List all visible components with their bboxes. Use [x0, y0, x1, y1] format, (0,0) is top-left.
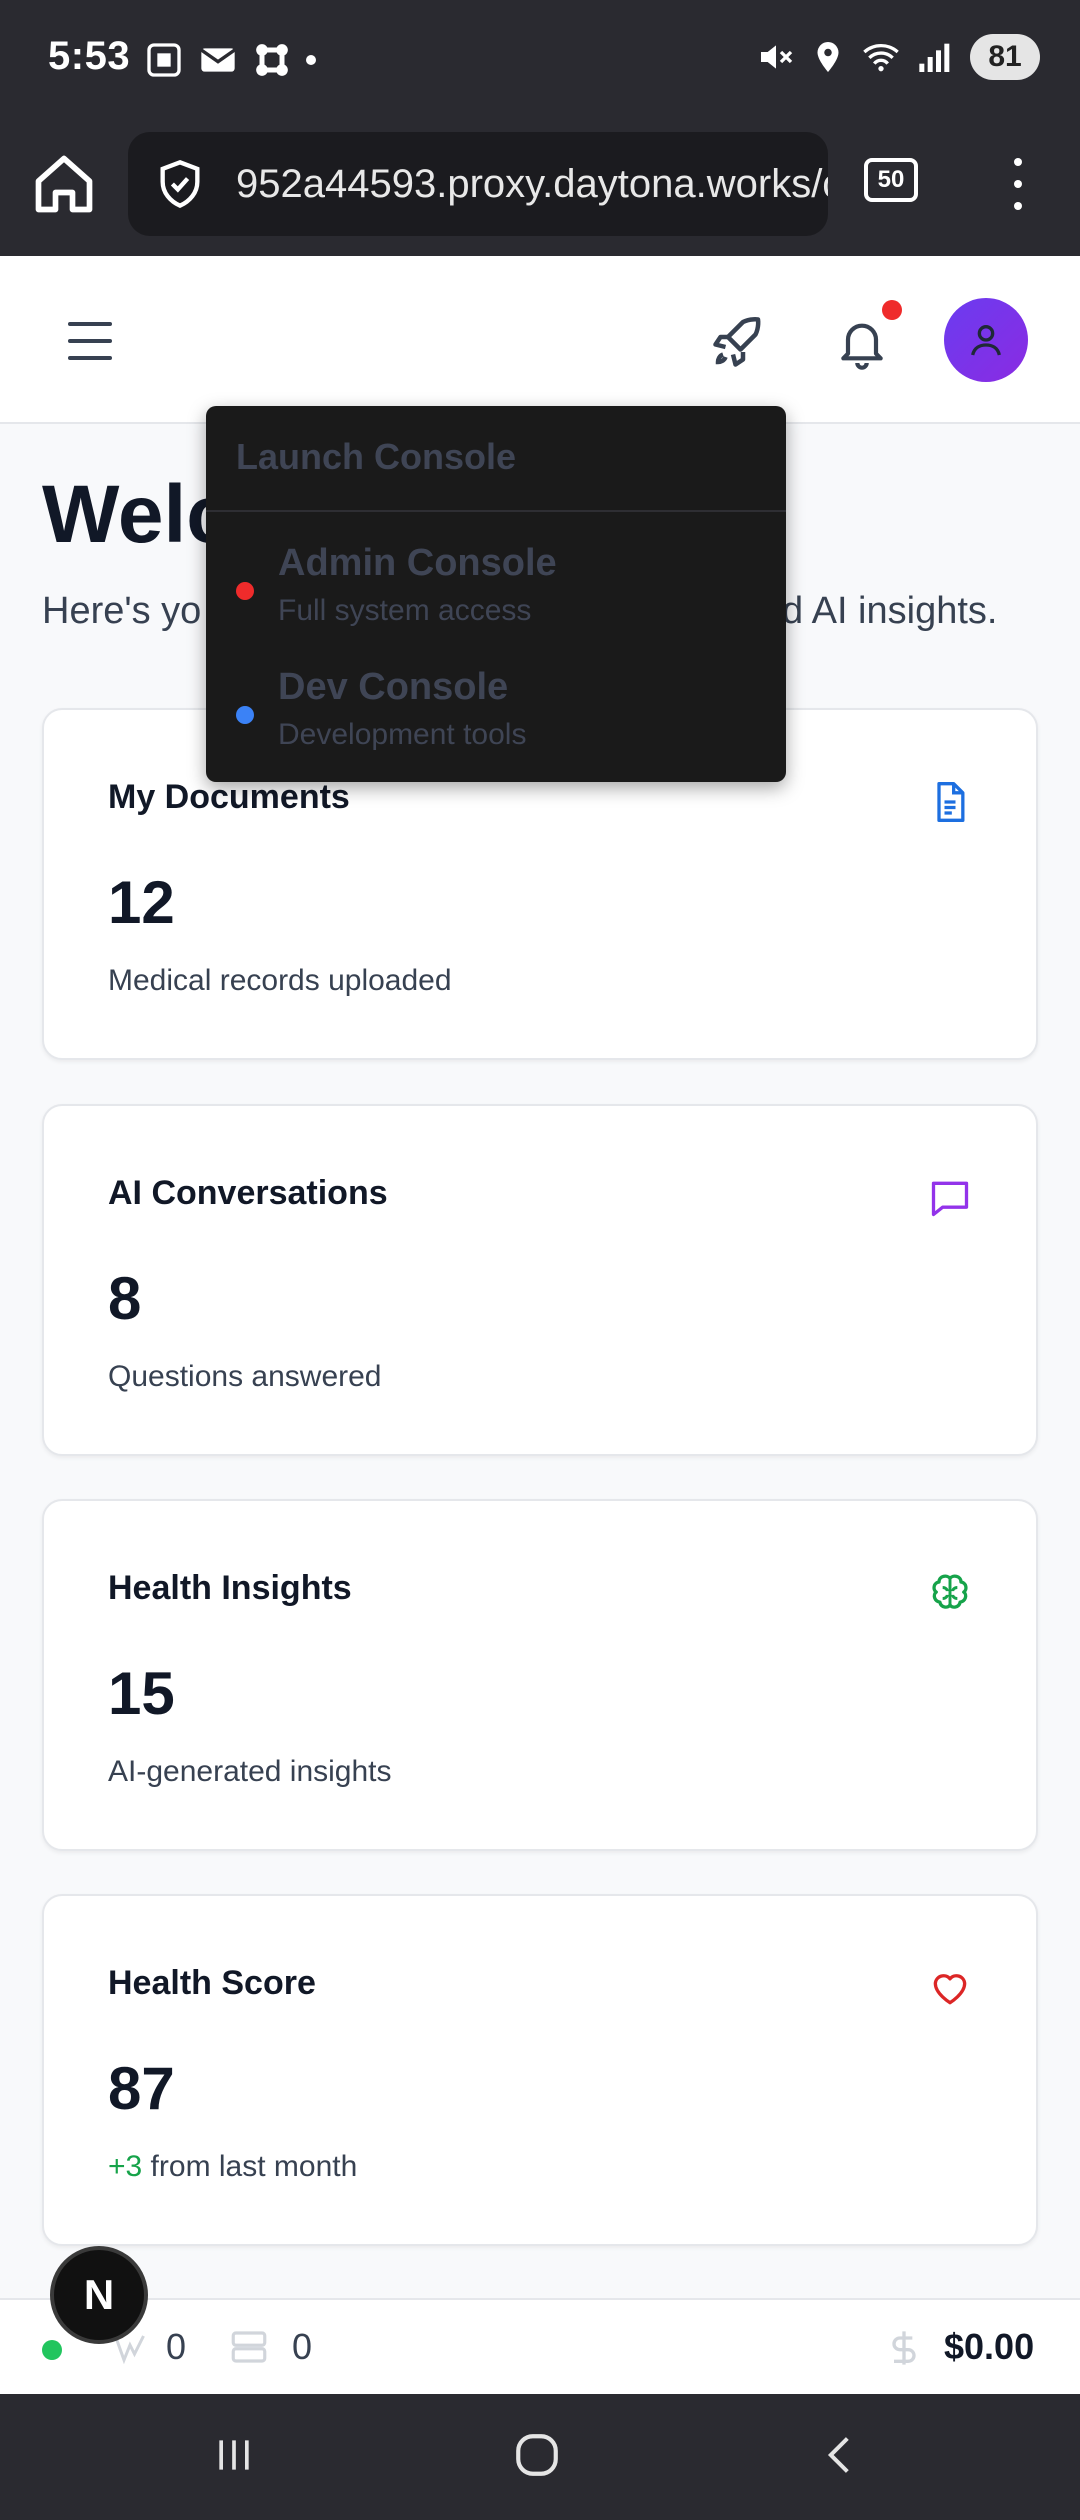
card-description: +3 from last month — [108, 2150, 357, 2184]
card-title: Health Score — [108, 1964, 316, 2002]
card-health-score[interactable]: Health Score 87 +3 from last month — [42, 1894, 1038, 2246]
server-icon — [231, 2331, 267, 2363]
card-description: Questions answered — [108, 1360, 382, 1393]
user-icon — [971, 325, 1001, 356]
notification-icons — [144, 40, 316, 80]
status-dot-blue — [236, 706, 254, 724]
rocket-icon[interactable] — [708, 312, 768, 372]
app-icon — [256, 44, 288, 76]
heart-icon — [933, 1974, 967, 2005]
next-dev-badge[interactable]: N — [50, 2246, 148, 2344]
status-time: 5:53 — [48, 34, 131, 78]
score-change-label: from last month — [142, 2150, 358, 2183]
menu-dot — [1014, 158, 1022, 166]
signal-icon — [919, 43, 950, 72]
dropdown-header: Launch Console — [236, 436, 517, 477]
location-icon — [817, 42, 839, 72]
dropdown-divider — [206, 510, 786, 512]
dropdown-item-label: Dev Console — [278, 666, 509, 708]
home-nav-icon[interactable] — [512, 2430, 562, 2480]
card-description: Medical records uploaded — [108, 964, 452, 997]
browser-menu-button[interactable] — [1000, 154, 1036, 214]
card-value: 15 — [108, 1660, 175, 1727]
status-dot-red — [236, 582, 254, 600]
status-bar: 5:53 81 — [0, 0, 1080, 118]
mute-icon — [761, 45, 793, 69]
mail-icon — [200, 48, 236, 72]
dropdown-item-dev-console[interactable]: Dev Console Development tools — [206, 666, 786, 776]
chat-icon — [931, 1181, 969, 1217]
document-icon — [937, 782, 965, 822]
card-ai-conversations[interactable]: AI Conversations 8 Questions answered — [42, 1104, 1038, 1456]
count-b: 0 — [292, 2326, 313, 2367]
dropdown-item-label: Admin Console — [278, 542, 557, 584]
card-title: Health Insights — [108, 1569, 352, 1607]
menu-dot — [1014, 180, 1022, 188]
online-status-dot — [42, 2340, 62, 2360]
tabs-count-button[interactable]: 50 — [864, 158, 918, 202]
hamburger-menu-icon[interactable] — [68, 322, 112, 360]
cost-value: $0.00 — [944, 2326, 1035, 2367]
browser-toolbar: 952a44593.proxy.daytona.works/c 50 — [0, 128, 1080, 238]
home-icon[interactable] — [30, 150, 98, 218]
card-value: 87 — [108, 2055, 175, 2122]
system-icons: 81 — [756, 34, 1040, 80]
bottom-status-bar: 0 0 $0.00 — [0, 2298, 1080, 2394]
recent-apps-icon[interactable] — [212, 2430, 256, 2480]
url-text[interactable]: 952a44593.proxy.daytona.works/c — [236, 162, 828, 207]
count-a: 0 — [166, 2326, 187, 2367]
dollar-icon — [892, 2331, 916, 2365]
bell-icon[interactable] — [834, 312, 890, 372]
brain-icon — [932, 1574, 968, 1609]
screenshot-icon — [147, 43, 181, 77]
app-header — [0, 256, 1080, 424]
wifi-icon — [863, 44, 899, 72]
notification-badge — [882, 300, 902, 320]
battery-level: 81 — [970, 34, 1040, 80]
browser-chrome: 5:53 81 952a44593.proxy.daytona.works/c … — [0, 0, 1080, 256]
dropdown-item-description: Development tools — [278, 718, 527, 751]
card-description: AI-generated insights — [108, 1755, 392, 1788]
page-subtitle: Here's yo d AI insights. — [42, 590, 997, 633]
shield-check-icon[interactable] — [154, 158, 206, 210]
card-title: AI Conversations — [108, 1174, 388, 1212]
card-health-insights[interactable]: Health Insights 15 AI-generated insights — [42, 1499, 1038, 1851]
dropdown-item-admin-console[interactable]: Admin Console Full system access — [206, 542, 786, 652]
subtitle-right: d AI insights. — [782, 590, 998, 632]
score-change: +3 — [108, 2150, 143, 2183]
dropdown-item-description: Full system access — [278, 594, 532, 627]
address-bar[interactable]: 952a44593.proxy.daytona.works/c — [128, 132, 828, 236]
back-icon[interactable] — [818, 2430, 862, 2480]
launch-console-dropdown: Launch Console Admin Console Full system… — [206, 406, 786, 782]
card-value: 8 — [108, 1265, 142, 1332]
avatar[interactable] — [944, 298, 1028, 382]
card-title: My Documents — [108, 778, 350, 816]
page-title: Welc — [42, 469, 232, 560]
android-nav-bar — [0, 2394, 1080, 2520]
subtitle-left: Here's yo — [42, 590, 202, 632]
menu-dot — [1014, 202, 1022, 210]
more-notifications-dot — [306, 55, 316, 65]
card-value: 12 — [108, 869, 175, 936]
